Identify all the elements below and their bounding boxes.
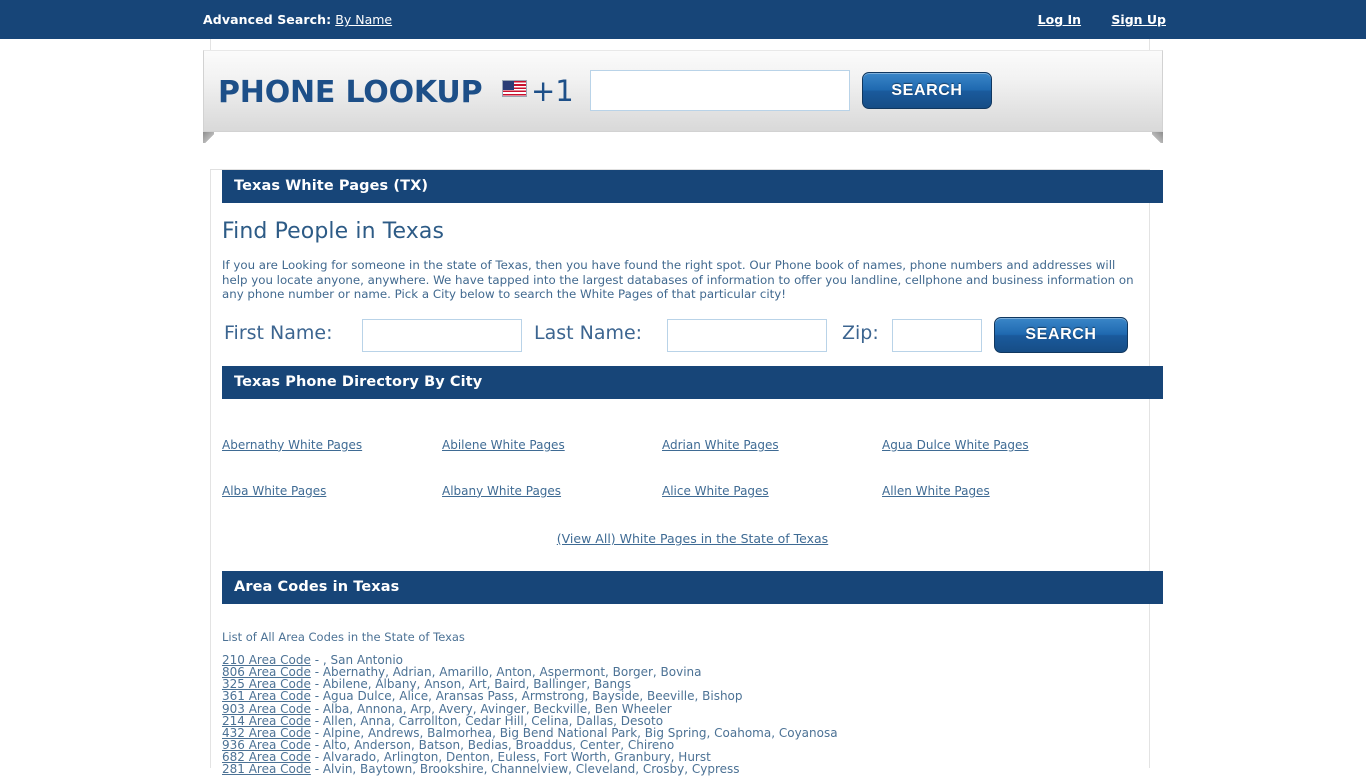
page-title: Find People in Texas bbox=[222, 219, 445, 244]
signup-link[interactable]: Sign Up bbox=[1111, 12, 1166, 27]
area-codes-list: 210 Area Code - , San Antonio 806 Area Co… bbox=[222, 654, 1163, 776]
last-name-input[interactable] bbox=[667, 318, 827, 352]
area-code-link[interactable]: 281 Area Code bbox=[222, 762, 311, 776]
city-links-grid: Abernathy White Pages Abilene White Pages… bbox=[222, 399, 1163, 499]
name-search-button[interactable]: SEARCH bbox=[994, 316, 1128, 353]
city-white-pages-link[interactable]: Alba White Pages bbox=[222, 484, 326, 498]
advanced-search-by-name-link[interactable]: By Name bbox=[335, 12, 392, 27]
first-name-label: First Name: bbox=[224, 321, 333, 344]
city-link-cell: Albany White Pages bbox=[442, 480, 662, 499]
top-utility-bar: Advanced Search: By Name Log In Sign Up bbox=[0, 0, 1366, 39]
city-link-cell: Alba White Pages bbox=[222, 480, 442, 499]
login-link[interactable]: Log In bbox=[1038, 12, 1081, 27]
city-white-pages-link[interactable]: Adrian White Pages bbox=[662, 438, 779, 452]
city-link-cell: Adrian White Pages bbox=[662, 434, 882, 453]
city-link-cell: Agua Dulce White Pages bbox=[882, 434, 1102, 453]
area-code-row: 281 Area Code - Alvin, Baytown, Brookshi… bbox=[222, 763, 1163, 775]
country-code-label: +1 bbox=[531, 74, 574, 108]
city-white-pages-link[interactable]: Alice White Pages bbox=[662, 484, 769, 498]
first-name-input[interactable] bbox=[362, 318, 522, 352]
area-code-cities: Alvin, Baytown, Brookshire, Channelview,… bbox=[322, 762, 740, 776]
area-codes-note: List of All Area Codes in the State of T… bbox=[222, 629, 465, 644]
view-all-white-pages-link[interactable]: (View All) White Pages in the State of T… bbox=[557, 531, 828, 546]
city-link-cell: Allen White Pages bbox=[882, 480, 1102, 499]
city-white-pages-link[interactable]: Agua Dulce White Pages bbox=[882, 438, 1029, 452]
area-codes-title: Area Codes in Texas bbox=[222, 570, 1163, 604]
frame-divider bbox=[210, 130, 1150, 170]
city-directory-title: Texas Phone Directory By City bbox=[222, 365, 1163, 399]
phone-lookup-input[interactable] bbox=[590, 70, 850, 111]
city-white-pages-link[interactable]: Albany White Pages bbox=[442, 484, 561, 498]
us-flag-icon bbox=[502, 80, 527, 97]
city-link-cell: Abilene White Pages bbox=[442, 434, 662, 453]
last-name-label: Last Name: bbox=[534, 321, 643, 344]
city-link-cell: Alice White Pages bbox=[662, 480, 882, 499]
advanced-search-label: Advanced Search: bbox=[203, 12, 332, 27]
city-link-cell: Abernathy White Pages bbox=[222, 434, 442, 453]
view-all-wrapper: (View All) White Pages in the State of T… bbox=[222, 499, 1163, 571]
ribbon-fold-left bbox=[203, 132, 214, 143]
zip-label: Zip: bbox=[842, 321, 879, 344]
account-links: Log In Sign Up bbox=[1012, 12, 1166, 27]
ribbon-fold-right bbox=[1152, 132, 1163, 143]
area-code-separator: - bbox=[310, 762, 323, 776]
zip-input[interactable] bbox=[892, 318, 982, 352]
city-white-pages-link[interactable]: Abernathy White Pages bbox=[222, 438, 362, 452]
intro-paragraph: If you are Looking for someone in the st… bbox=[222, 258, 1134, 302]
main-content: Texas White Pages (TX) Find People in Te… bbox=[222, 170, 1163, 776]
advanced-search-group: Advanced Search: By Name bbox=[203, 12, 392, 27]
name-search-form: First Name: Last Name: Zip: SEARCH bbox=[222, 314, 1163, 366]
state-section-title: Texas White Pages (TX) bbox=[222, 170, 1163, 203]
city-white-pages-link[interactable]: Allen White Pages bbox=[882, 484, 990, 498]
site-logo-text: PHONE LOOKUP bbox=[218, 75, 483, 110]
header-search-button[interactable]: SEARCH bbox=[862, 72, 992, 109]
city-white-pages-link[interactable]: Abilene White Pages bbox=[442, 438, 565, 452]
